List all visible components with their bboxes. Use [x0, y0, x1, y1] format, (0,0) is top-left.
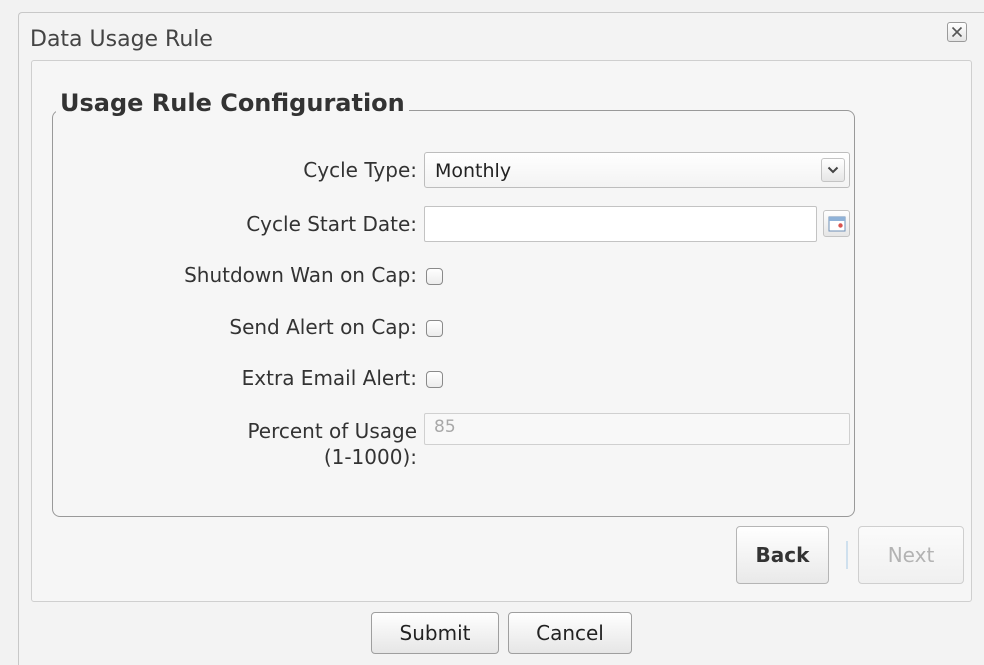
calendar-icon [828, 216, 846, 232]
extra-email-label: Extra Email Alert: [241, 366, 417, 390]
chevron-down-icon [827, 166, 839, 174]
percent-usage-range-label: (1-1000): [323, 445, 417, 469]
next-button[interactable]: Next [858, 526, 964, 584]
cycle-type-dropdown-button[interactable] [821, 158, 845, 182]
cycle-start-date-input[interactable] [424, 206, 817, 242]
data-usage-rule-dialog: Data Usage Rule Usage Rule Configuration… [18, 12, 984, 665]
percent-usage-label: Percent of Usage [247, 419, 417, 443]
cycle-type-select[interactable]: Monthly [424, 152, 850, 188]
label-column: Cycle Type: Cycle Start Date: Shutdown W… [57, 61, 417, 601]
back-button[interactable]: Back [736, 526, 829, 584]
submit-button[interactable]: Submit [371, 612, 499, 654]
cancel-button[interactable]: Cancel [508, 612, 632, 654]
shutdown-wan-label: Shutdown Wan on Cap: [184, 263, 417, 287]
dialog-title: Data Usage Rule [30, 27, 213, 52]
calendar-button[interactable] [823, 210, 850, 237]
send-alert-label: Send Alert on Cap: [229, 315, 417, 339]
percent-usage-value: 85 [434, 417, 456, 437]
button-separator [846, 541, 848, 569]
cycle-type-label: Cycle Type: [303, 158, 417, 182]
cycle-start-date-label: Cycle Start Date: [246, 212, 417, 236]
dialog-content: Usage Rule Configuration Cycle Type: Cyc… [31, 60, 972, 602]
extra-email-checkbox[interactable] [426, 371, 443, 388]
close-button[interactable] [947, 22, 967, 42]
send-alert-checkbox[interactable] [426, 320, 443, 337]
close-icon [951, 26, 963, 38]
cycle-type-value: Monthly [435, 160, 512, 182]
percent-usage-input[interactable]: 85 [424, 413, 850, 445]
shutdown-wan-checkbox[interactable] [426, 268, 443, 285]
